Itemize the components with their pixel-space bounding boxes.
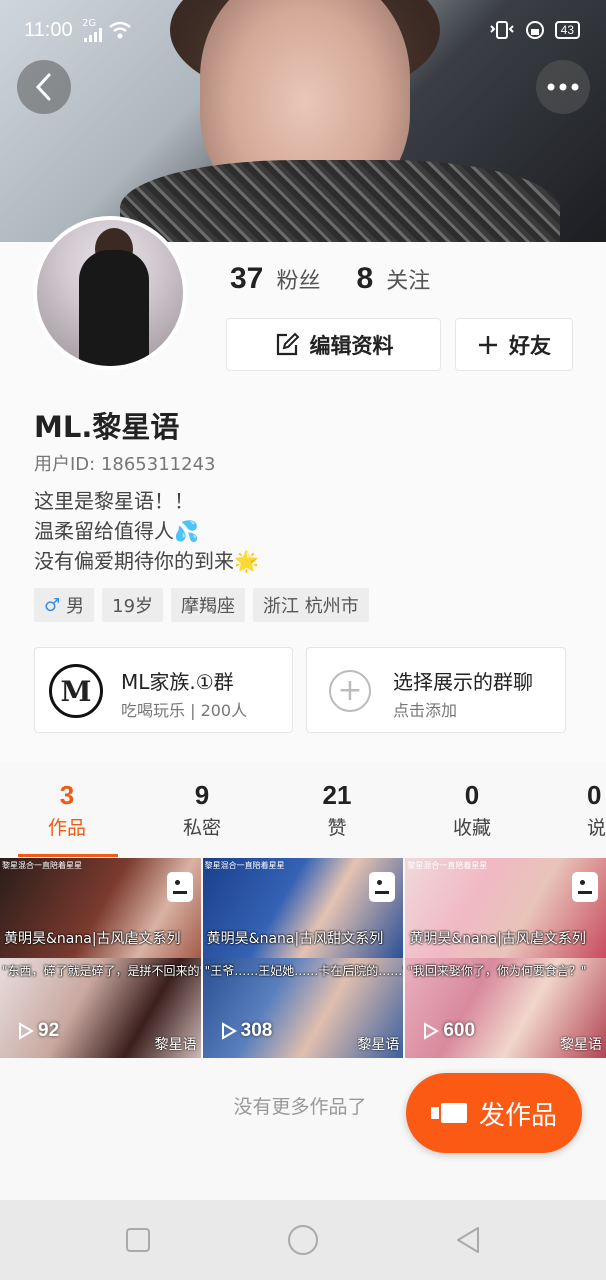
back-nav-button[interactable] — [448, 1220, 488, 1260]
profile-stats: 37 粉丝 8 关注 — [230, 262, 430, 296]
avatar[interactable] — [33, 216, 187, 370]
tab-favorites[interactable]: 0 收藏 — [412, 780, 532, 840]
select-group-card[interactable]: + 选择展示的群聊 点击添加 — [306, 647, 566, 733]
kuaishou-logo-icon — [369, 872, 396, 902]
thumb-title: 黄明昊&nana|古风虐文系列 — [409, 931, 586, 947]
work-thumbnail[interactable]: 黎星混合一直陪着星星 黄明昊&nana|古风甜文系列 "王爷……王妃她……卡在后… — [202, 858, 404, 1058]
status-time: 11:00 — [24, 19, 73, 41]
select-group-title: 选择展示的群聊 — [393, 670, 533, 694]
thumb-header: 黎星混合一直陪着星星 — [204, 861, 285, 870]
edit-profile-label: 编辑资料 — [309, 333, 394, 358]
battery-level: 43 — [554, 21, 580, 39]
add-friend-button[interactable]: 好友 — [455, 318, 573, 371]
tab-likes[interactable]: 21 赞 — [277, 780, 397, 840]
followers-stat[interactable]: 37 粉丝 — [230, 262, 320, 296]
bio-line: 没有偏爱期待你的到来🌟 — [34, 549, 259, 573]
signal-icon — [84, 28, 102, 42]
back-button[interactable] — [17, 60, 71, 114]
profile-tags: ♂ 男 19岁 摩羯座 浙江 杭州市 — [34, 588, 369, 622]
thumb-quote: "王爷……王妃她……卡在后院的……" — [204, 964, 404, 978]
group-logo: M — [49, 664, 103, 718]
thumb-quote: "东西，碎了就是碎了，是拼不回来的" — [2, 964, 201, 978]
add-circle-icon: + — [329, 670, 371, 712]
works-grid: 黎星混合一直陪着星星 黄明昊&nana|古风虐文系列 "东西，碎了就是碎了，是拼… — [0, 858, 606, 1058]
tab-moments[interactable]: 0 说 — [547, 780, 606, 840]
lock-rotation-icon — [525, 21, 544, 39]
recents-button[interactable] — [118, 1220, 158, 1260]
group-subtitle: 吃喝玩乐 | 200人 — [121, 701, 248, 720]
home-button[interactable] — [283, 1220, 323, 1260]
age-tag: 19岁 — [102, 588, 164, 622]
profile-name: ML.黎星语 — [34, 410, 180, 444]
system-nav-bar — [0, 1200, 606, 1280]
followers-label: 粉丝 — [276, 269, 321, 294]
square-icon — [126, 1228, 150, 1252]
publish-work-button[interactable]: 发作品 — [406, 1073, 582, 1153]
edit-icon — [276, 332, 299, 355]
bio-line: 这里是黎星语！！ — [34, 489, 194, 513]
active-tab-indicator — [18, 854, 118, 857]
add-friend-label: 好友 — [509, 333, 551, 358]
video-camera-icon — [430, 1103, 467, 1123]
thumb-title: 黄明昊&nana|古风甜文系列 — [206, 931, 384, 947]
tab-works[interactable]: 3 作品 — [7, 780, 127, 840]
play-count: 308 — [221, 1020, 272, 1042]
vibrate-icon — [489, 21, 514, 39]
following-label: 关注 — [386, 269, 431, 294]
profile-bio: 这里是黎星语！！ 温柔留给值得人💦 没有偏爱期待你的到来🌟 — [34, 486, 259, 576]
bio-line: 温柔留给值得人💦 — [34, 519, 199, 543]
location-tag: 浙江 杭州市 — [253, 588, 369, 622]
chevron-left-icon — [35, 73, 51, 101]
circle-icon — [288, 1225, 318, 1255]
thumb-watermark: 黎星语 — [154, 1037, 197, 1053]
kuaishou-logo-icon — [166, 872, 193, 902]
thumb-quote: "我回来娶你了，你为何要食言？" — [407, 964, 587, 978]
publish-work-label: 发作品 — [478, 1100, 557, 1131]
male-icon: ♂ — [44, 594, 61, 616]
wifi-icon — [109, 21, 131, 39]
play-count: 600 — [423, 1020, 475, 1042]
user-id: 用户ID: 1865311243 — [34, 454, 216, 475]
banner-photo-jacket — [120, 160, 560, 242]
tab-private[interactable]: 9 私密 — [142, 780, 262, 840]
thumb-watermark: 黎星语 — [560, 1037, 603, 1053]
gender-tag: ♂ 男 — [34, 588, 95, 622]
more-options-button[interactable] — [536, 60, 590, 114]
work-thumbnail[interactable]: 黎星混合一直陪着星星 黄明昊&nana|古风虐文系列 "我回来娶你了，你为何要食… — [405, 858, 606, 1058]
edit-profile-button[interactable]: 编辑资料 — [226, 318, 441, 371]
play-icon — [424, 1022, 440, 1040]
play-icon — [221, 1022, 237, 1040]
following-stat[interactable]: 8 关注 — [356, 262, 430, 296]
thumb-header: 黎星混合一直陪着星星 — [407, 861, 488, 870]
plus-icon — [479, 335, 497, 354]
thumb-header: 黎星混合一直陪着星星 — [2, 861, 82, 870]
thumb-title: 黄明昊&nana|古风虐文系列 — [4, 931, 181, 947]
zodiac-tag: 摩羯座 — [171, 588, 246, 622]
thumb-watermark: 黎星语 — [357, 1037, 400, 1053]
more-dots-icon — [547, 83, 579, 91]
triangle-back-icon — [457, 1227, 479, 1253]
following-count: 8 — [356, 262, 374, 295]
content-tabs: 3 作品 9 私密 21 赞 0 收藏 0 说 — [0, 780, 606, 858]
group-chat-card[interactable]: M ML家族.①群 吃喝玩乐 | 200人 — [34, 647, 293, 733]
status-bar: 11:00 2G 43 — [0, 0, 606, 60]
group-title: ML家族.①群 — [121, 670, 234, 694]
work-thumbnail[interactable]: 黎星混合一直陪着星星 黄明昊&nana|古风虐文系列 "东西，碎了就是碎了，是拼… — [0, 858, 201, 1058]
play-icon — [19, 1022, 34, 1040]
play-count: 92 — [18, 1020, 59, 1042]
kuaishou-logo-icon — [572, 872, 599, 902]
select-group-subtitle: 点击添加 — [393, 701, 458, 720]
followers-count: 37 — [230, 262, 264, 295]
